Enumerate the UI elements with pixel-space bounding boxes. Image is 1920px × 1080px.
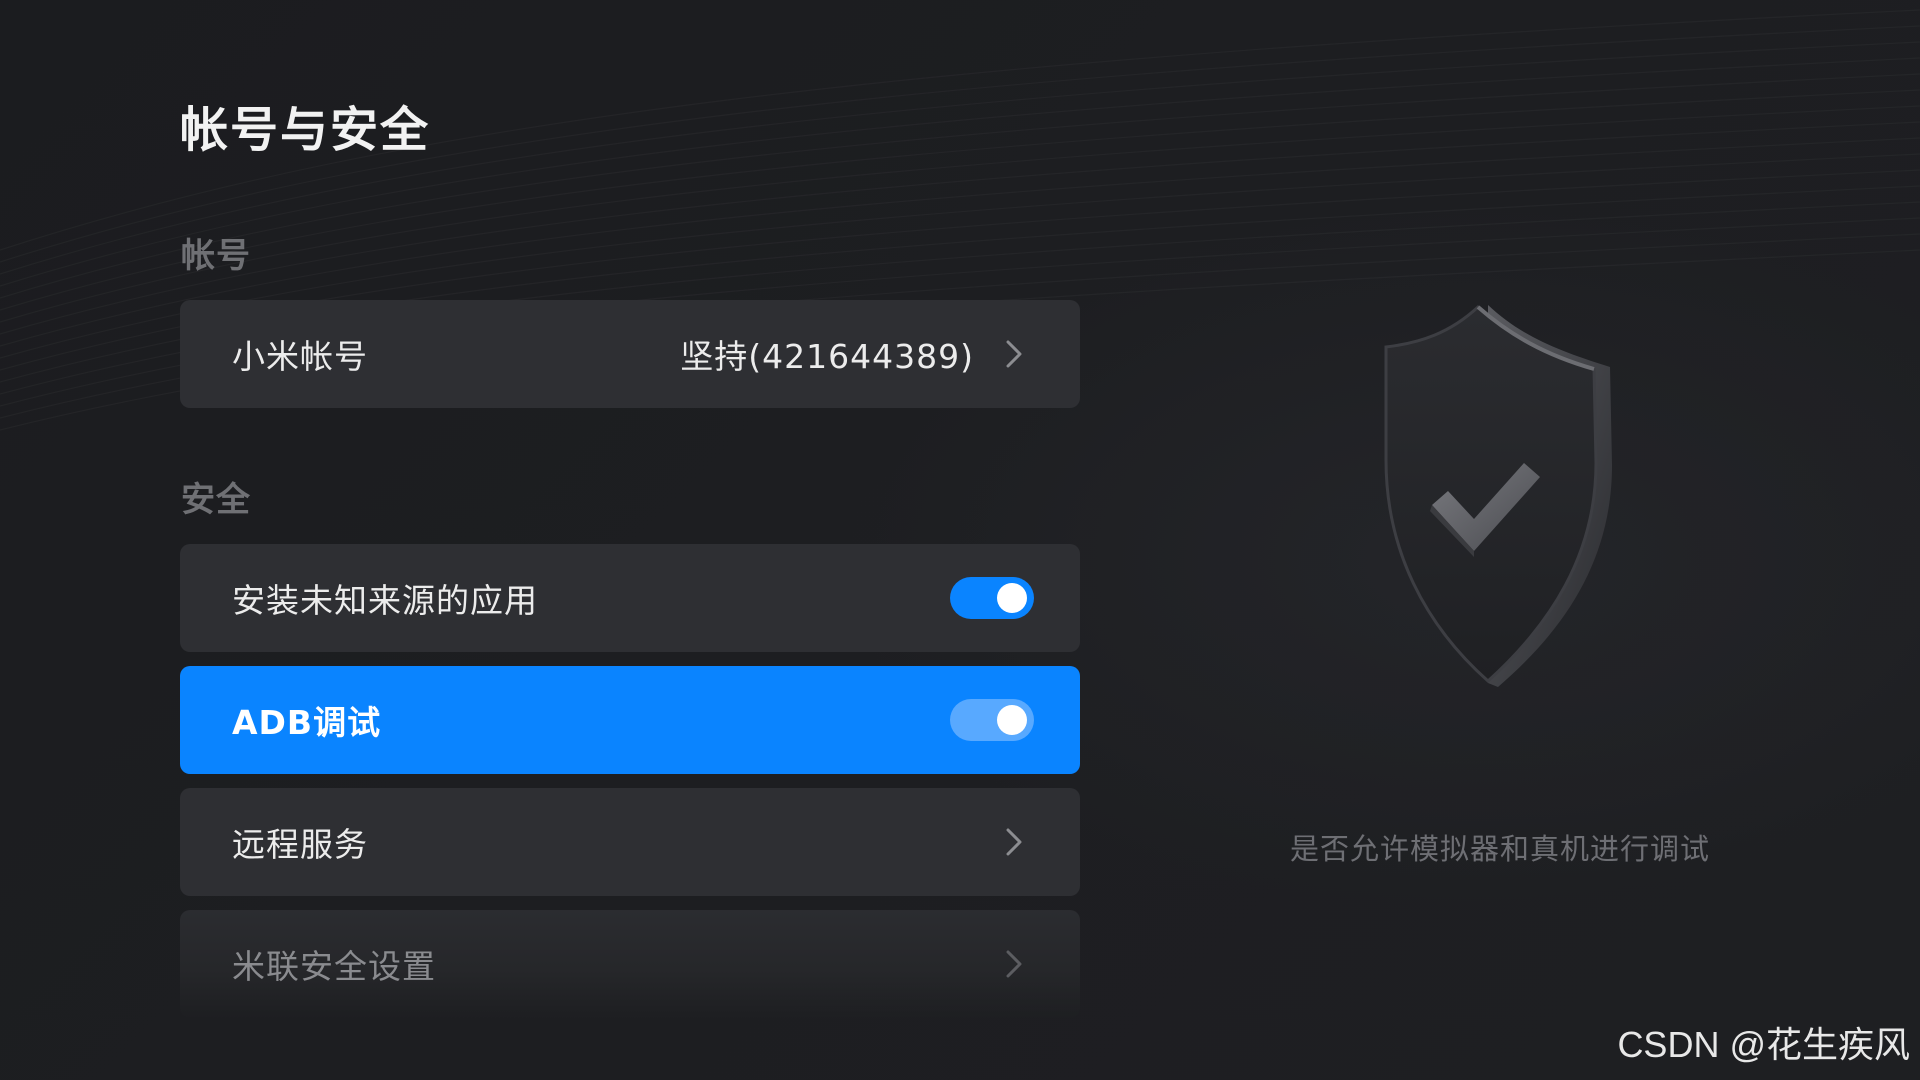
remote-service-row[interactable]: 远程服务 xyxy=(180,788,1080,896)
chevron-right-icon xyxy=(1000,336,1028,372)
xiaomi-account-label: 小米帐号 xyxy=(232,337,368,376)
section-label-security: 安全 xyxy=(181,480,251,520)
unknown-sources-toggle[interactable] xyxy=(950,577,1034,619)
milian-security-row[interactable]: 米联安全设置 xyxy=(180,910,1080,1018)
page-title: 帐号与安全 xyxy=(180,102,431,158)
shield-check-icon xyxy=(1370,295,1630,695)
xiaomi-account-value: 坚持(421644389) xyxy=(680,337,974,376)
toggle-knob xyxy=(997,705,1027,735)
unknown-sources-row[interactable]: 安装未知来源的应用 xyxy=(180,544,1080,652)
section-label-account: 帐号 xyxy=(181,236,251,276)
adb-debug-row[interactable]: ADB调试 xyxy=(180,666,1080,774)
adb-description: 是否允许模拟器和真机进行调试 xyxy=(1289,832,1710,866)
remote-service-label: 远程服务 xyxy=(232,825,368,864)
unknown-sources-label: 安装未知来源的应用 xyxy=(232,581,538,620)
adb-debug-toggle[interactable] xyxy=(950,699,1034,741)
watermark: CSDN @花生疾风 xyxy=(1617,1024,1910,1065)
xiaomi-account-row[interactable]: 小米帐号 坚持(421644389) xyxy=(180,300,1080,408)
toggle-knob xyxy=(997,583,1027,613)
chevron-right-icon xyxy=(1000,946,1028,982)
chevron-right-icon xyxy=(1000,824,1028,860)
milian-security-label: 米联安全设置 xyxy=(232,947,436,986)
adb-debug-label: ADB调试 xyxy=(232,703,382,742)
